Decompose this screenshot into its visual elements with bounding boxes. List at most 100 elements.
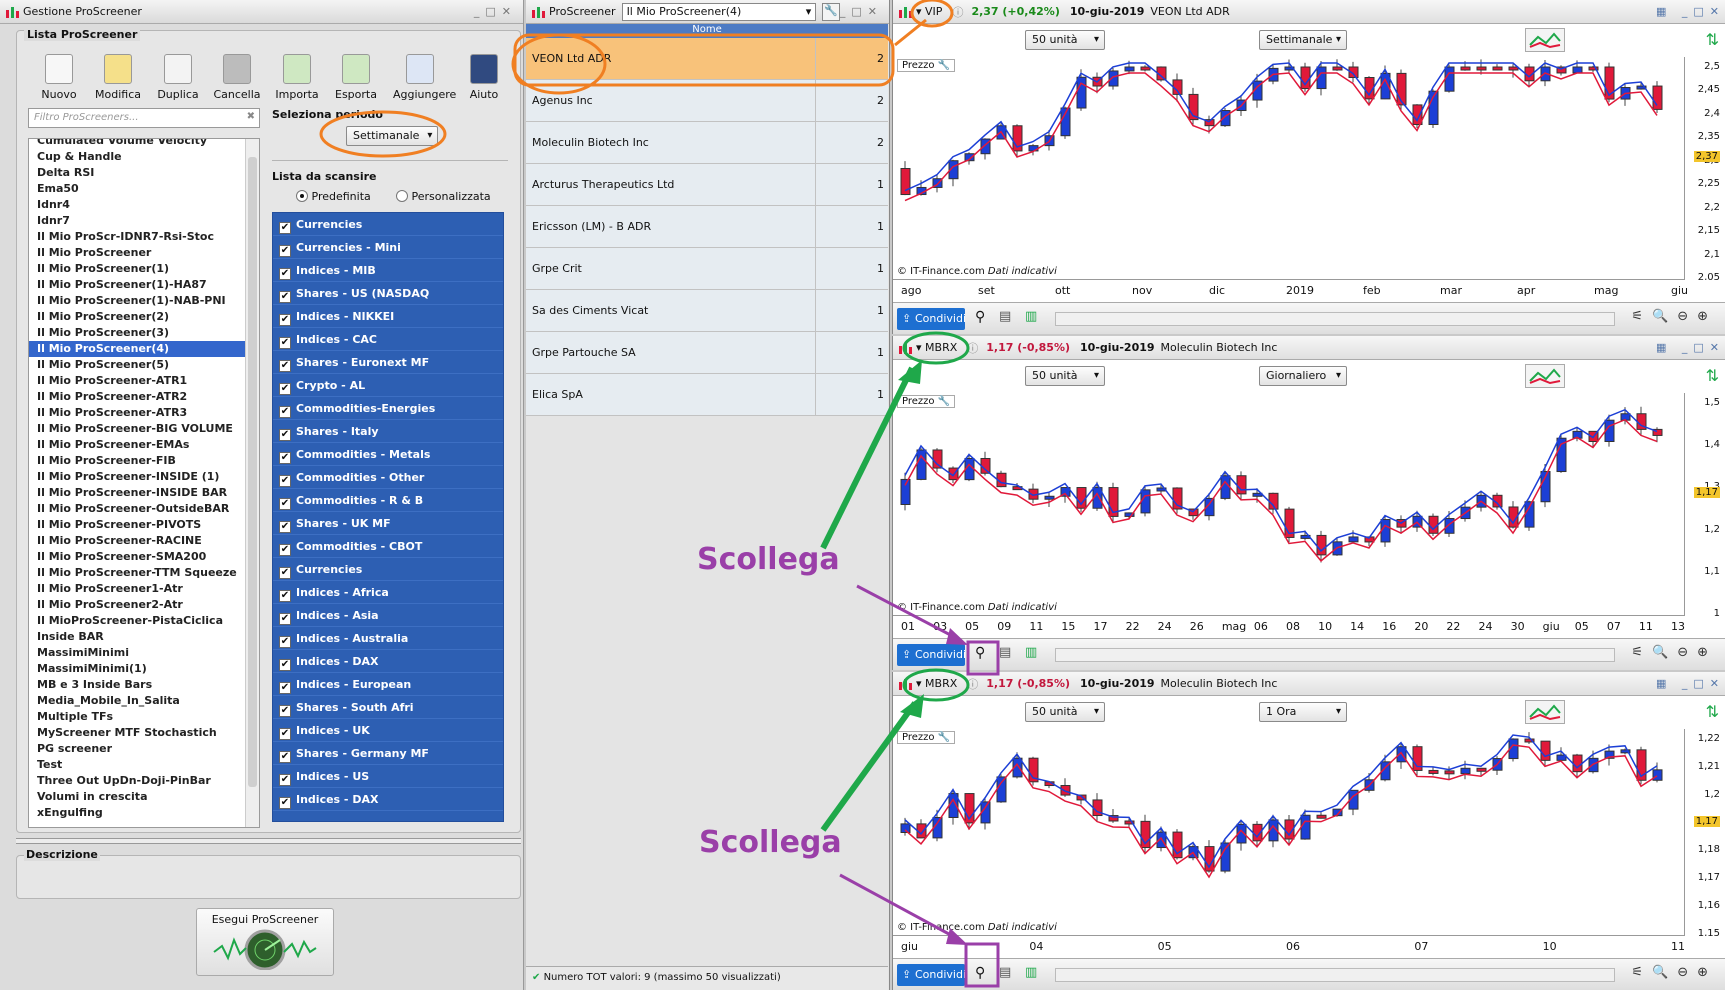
scan-list-item[interactable]: ✔ Indices - UK (273, 719, 503, 742)
units-select[interactable]: 50 unità (1025, 366, 1105, 386)
screener-list-item[interactable]: Il Mio ProScreener(5)★ (29, 357, 259, 373)
scan-list-item[interactable]: ✔ Indices - European (273, 673, 503, 696)
screener-list-item[interactable]: Il Mio ProScreener2-Atr★ (29, 597, 259, 613)
symbol-selector[interactable]: ▾ MBRX (916, 677, 957, 690)
table-icon[interactable]: ▤ (999, 309, 1011, 324)
indicator-icon[interactable]: ▥ (1025, 645, 1037, 660)
screener-list-item[interactable]: Il Mio ProScreener(4)★ (29, 341, 259, 357)
screener-list-item[interactable]: Il Mio ProScreener-INSIDE BAR★ (29, 485, 259, 501)
screener-list-item[interactable]: Il Mio ProScreener(3)★ (29, 325, 259, 341)
result-row[interactable]: VEON Ltd ADR 2 (526, 38, 888, 80)
checkbox-checked-icon[interactable]: ✔ (279, 705, 291, 717)
screener-list-item[interactable]: Three Out UpDn-Doji-PinBar★ (29, 773, 259, 789)
screener-list-item[interactable]: Il Mio ProScreener1-Atr★ (29, 581, 259, 597)
sync-icon[interactable]: ⇅ (1706, 30, 1719, 49)
checkbox-checked-icon[interactable]: ✔ (279, 498, 291, 510)
units-select[interactable]: 50 unità (1025, 702, 1105, 722)
price-plot[interactable]: Prezzo 🔧 © IT-Finance.com Dati indicativi… (893, 57, 1720, 283)
checkbox-checked-icon[interactable]: ✔ (279, 245, 291, 257)
time-scrollbar[interactable] (1055, 312, 1615, 326)
screener-list-item[interactable]: Cup & Handle★ (29, 149, 259, 165)
screener-list-item[interactable]: Il Mio ProScreener-ATR1★ (29, 373, 259, 389)
screener-list-item[interactable]: Il Mio ProScreener-EMAs★ (29, 437, 259, 453)
checkbox-checked-icon[interactable]: ✔ (279, 360, 291, 372)
screener-list-item[interactable]: MassimiMinimi★ (29, 645, 259, 661)
screener-list-item[interactable]: Idnr4★ (29, 197, 259, 213)
column-name-header[interactable]: Nome (692, 24, 722, 35)
checkbox-checked-icon[interactable]: ✔ (279, 567, 291, 579)
checkbox-checked-icon[interactable]: ✔ (279, 406, 291, 418)
scan-list-item[interactable]: ✔ Shares - Italy (273, 420, 503, 443)
scan-list-item[interactable]: ✔ Commodities - Metals (273, 443, 503, 466)
table-icon[interactable]: ▤ (999, 965, 1011, 980)
scan-list-item[interactable]: ✔ Shares - South Afri (273, 696, 503, 719)
scan-list-item[interactable]: ✔ Indices - Africa (273, 581, 503, 604)
screener-list-item[interactable]: Test★ (29, 757, 259, 773)
time-scrollbar[interactable] (1055, 968, 1615, 982)
chart-style-icon[interactable] (1525, 700, 1565, 724)
scan-list-item[interactable]: ✔ Commodities - CBOT (273, 535, 503, 558)
checkbox-checked-icon[interactable]: ✔ (279, 728, 291, 740)
checkbox-checked-icon[interactable]: ✔ (279, 268, 291, 280)
screener-list-item[interactable]: Il Mio ProScreener(2)★ (29, 309, 259, 325)
scan-list-item[interactable]: ✔ Commodities - R & B (273, 489, 503, 512)
splitter[interactable] (16, 838, 521, 844)
share-button[interactable]: ⇪ Condividi (897, 308, 966, 330)
checkbox-checked-icon[interactable]: ✔ (279, 475, 291, 487)
screener-list-item[interactable]: MB e 3 Inside Bars★ (29, 677, 259, 693)
screener-list-item[interactable]: Il Mio ProScreener-INSIDE (1)★ (29, 469, 259, 485)
share-button[interactable]: ⇪ Condividi (897, 964, 966, 986)
indicator-icon[interactable]: ▥ (1025, 309, 1037, 324)
chart-style-icon[interactable] (1525, 28, 1565, 52)
chart-window-controls[interactable]: ▦ _□✕ (1656, 5, 1725, 18)
checkbox-checked-icon[interactable]: ✔ (279, 429, 291, 441)
checkbox-checked-icon[interactable]: ✔ (279, 314, 291, 326)
screener-list-item[interactable]: PG screener★ (29, 741, 259, 757)
timeframe-select[interactable]: Settimanale (1259, 30, 1347, 50)
info-icon[interactable]: ⓘ (952, 4, 963, 20)
result-row[interactable]: Grpe Crit 1 (526, 248, 888, 290)
price-label[interactable]: Prezzo 🔧 (897, 59, 956, 72)
radio-custom[interactable]: Personalizzata (396, 190, 491, 203)
scan-list-item[interactable]: ✔ Indices - CAC (273, 328, 503, 351)
screener-list-item[interactable]: Delta RSI★ (29, 165, 259, 181)
scan-list-item[interactable]: ✔ Indices - MIB (273, 259, 503, 282)
cancella-button[interactable]: Cancella (210, 54, 264, 101)
screener-list-scrollbar[interactable] (245, 139, 259, 827)
screener-list-item[interactable]: Il Mio ProScreener(1)-NAB-PNI★ (29, 293, 259, 309)
checkbox-checked-icon[interactable]: ✔ (279, 521, 291, 533)
time-scrollbar[interactable] (1055, 648, 1615, 662)
importa-button[interactable]: Importa (270, 54, 324, 101)
price-label[interactable]: Prezzo 🔧 (897, 395, 956, 408)
checkbox-checked-icon[interactable]: ✔ (279, 291, 291, 303)
wrench-icon[interactable]: 🔧 (822, 2, 840, 21)
checkbox-checked-icon[interactable]: ✔ (279, 222, 291, 234)
symbol-selector[interactable]: ▾ VIP (916, 5, 942, 18)
checkbox-checked-icon[interactable]: ✔ (279, 452, 291, 464)
units-select[interactable]: 50 unità (1025, 30, 1105, 50)
screener-list-item[interactable]: Il Mio ProScreener-ATR2★ (29, 389, 259, 405)
screener-list-item[interactable]: Cumulated Volume Velocity★ (29, 139, 259, 149)
clear-icon[interactable]: ✖ (247, 111, 255, 122)
screener-list-item[interactable]: Il Mio ProScreener-RACINE★ (29, 533, 259, 549)
chart-style-icon[interactable] (1525, 364, 1565, 388)
info-icon[interactable]: ⓘ (967, 340, 978, 356)
checkbox-checked-icon[interactable]: ✔ (279, 774, 291, 786)
timeframe-select[interactable]: 1 Ora (1259, 702, 1347, 722)
scan-list-item[interactable]: ✔ Indices - DAX (273, 650, 503, 673)
chart-window-controls[interactable]: ▦ _□✕ (1656, 341, 1725, 354)
timeframe-select[interactable]: Giornaliero (1259, 366, 1347, 386)
modifica-button[interactable]: Modifica (91, 54, 145, 101)
screener-list-item[interactable]: MyScreener MTF Stochastich★ (29, 725, 259, 741)
result-row[interactable]: Ericsson (LM) - B ADR 1 (526, 206, 888, 248)
screener-list-item[interactable]: Ema50★ (29, 181, 259, 197)
checkbox-checked-icon[interactable]: ✔ (279, 751, 291, 763)
link-icon[interactable]: ⚲ (975, 309, 985, 325)
scan-list-item[interactable]: ✔ Indices - DAX (273, 788, 503, 811)
scan-list-item[interactable]: ✔ Currencies (273, 213, 503, 236)
indicator-icon[interactable]: ▥ (1025, 965, 1037, 980)
screener-list-item[interactable]: Il Mio ProScreener(1)-HA87★ (29, 277, 259, 293)
scan-list-item[interactable]: ✔ Indices - US (273, 765, 503, 788)
screener-list-item[interactable]: Multiple TFs★ (29, 709, 259, 725)
scan-list-item[interactable]: ✔ Shares - Euronext MF (273, 351, 503, 374)
